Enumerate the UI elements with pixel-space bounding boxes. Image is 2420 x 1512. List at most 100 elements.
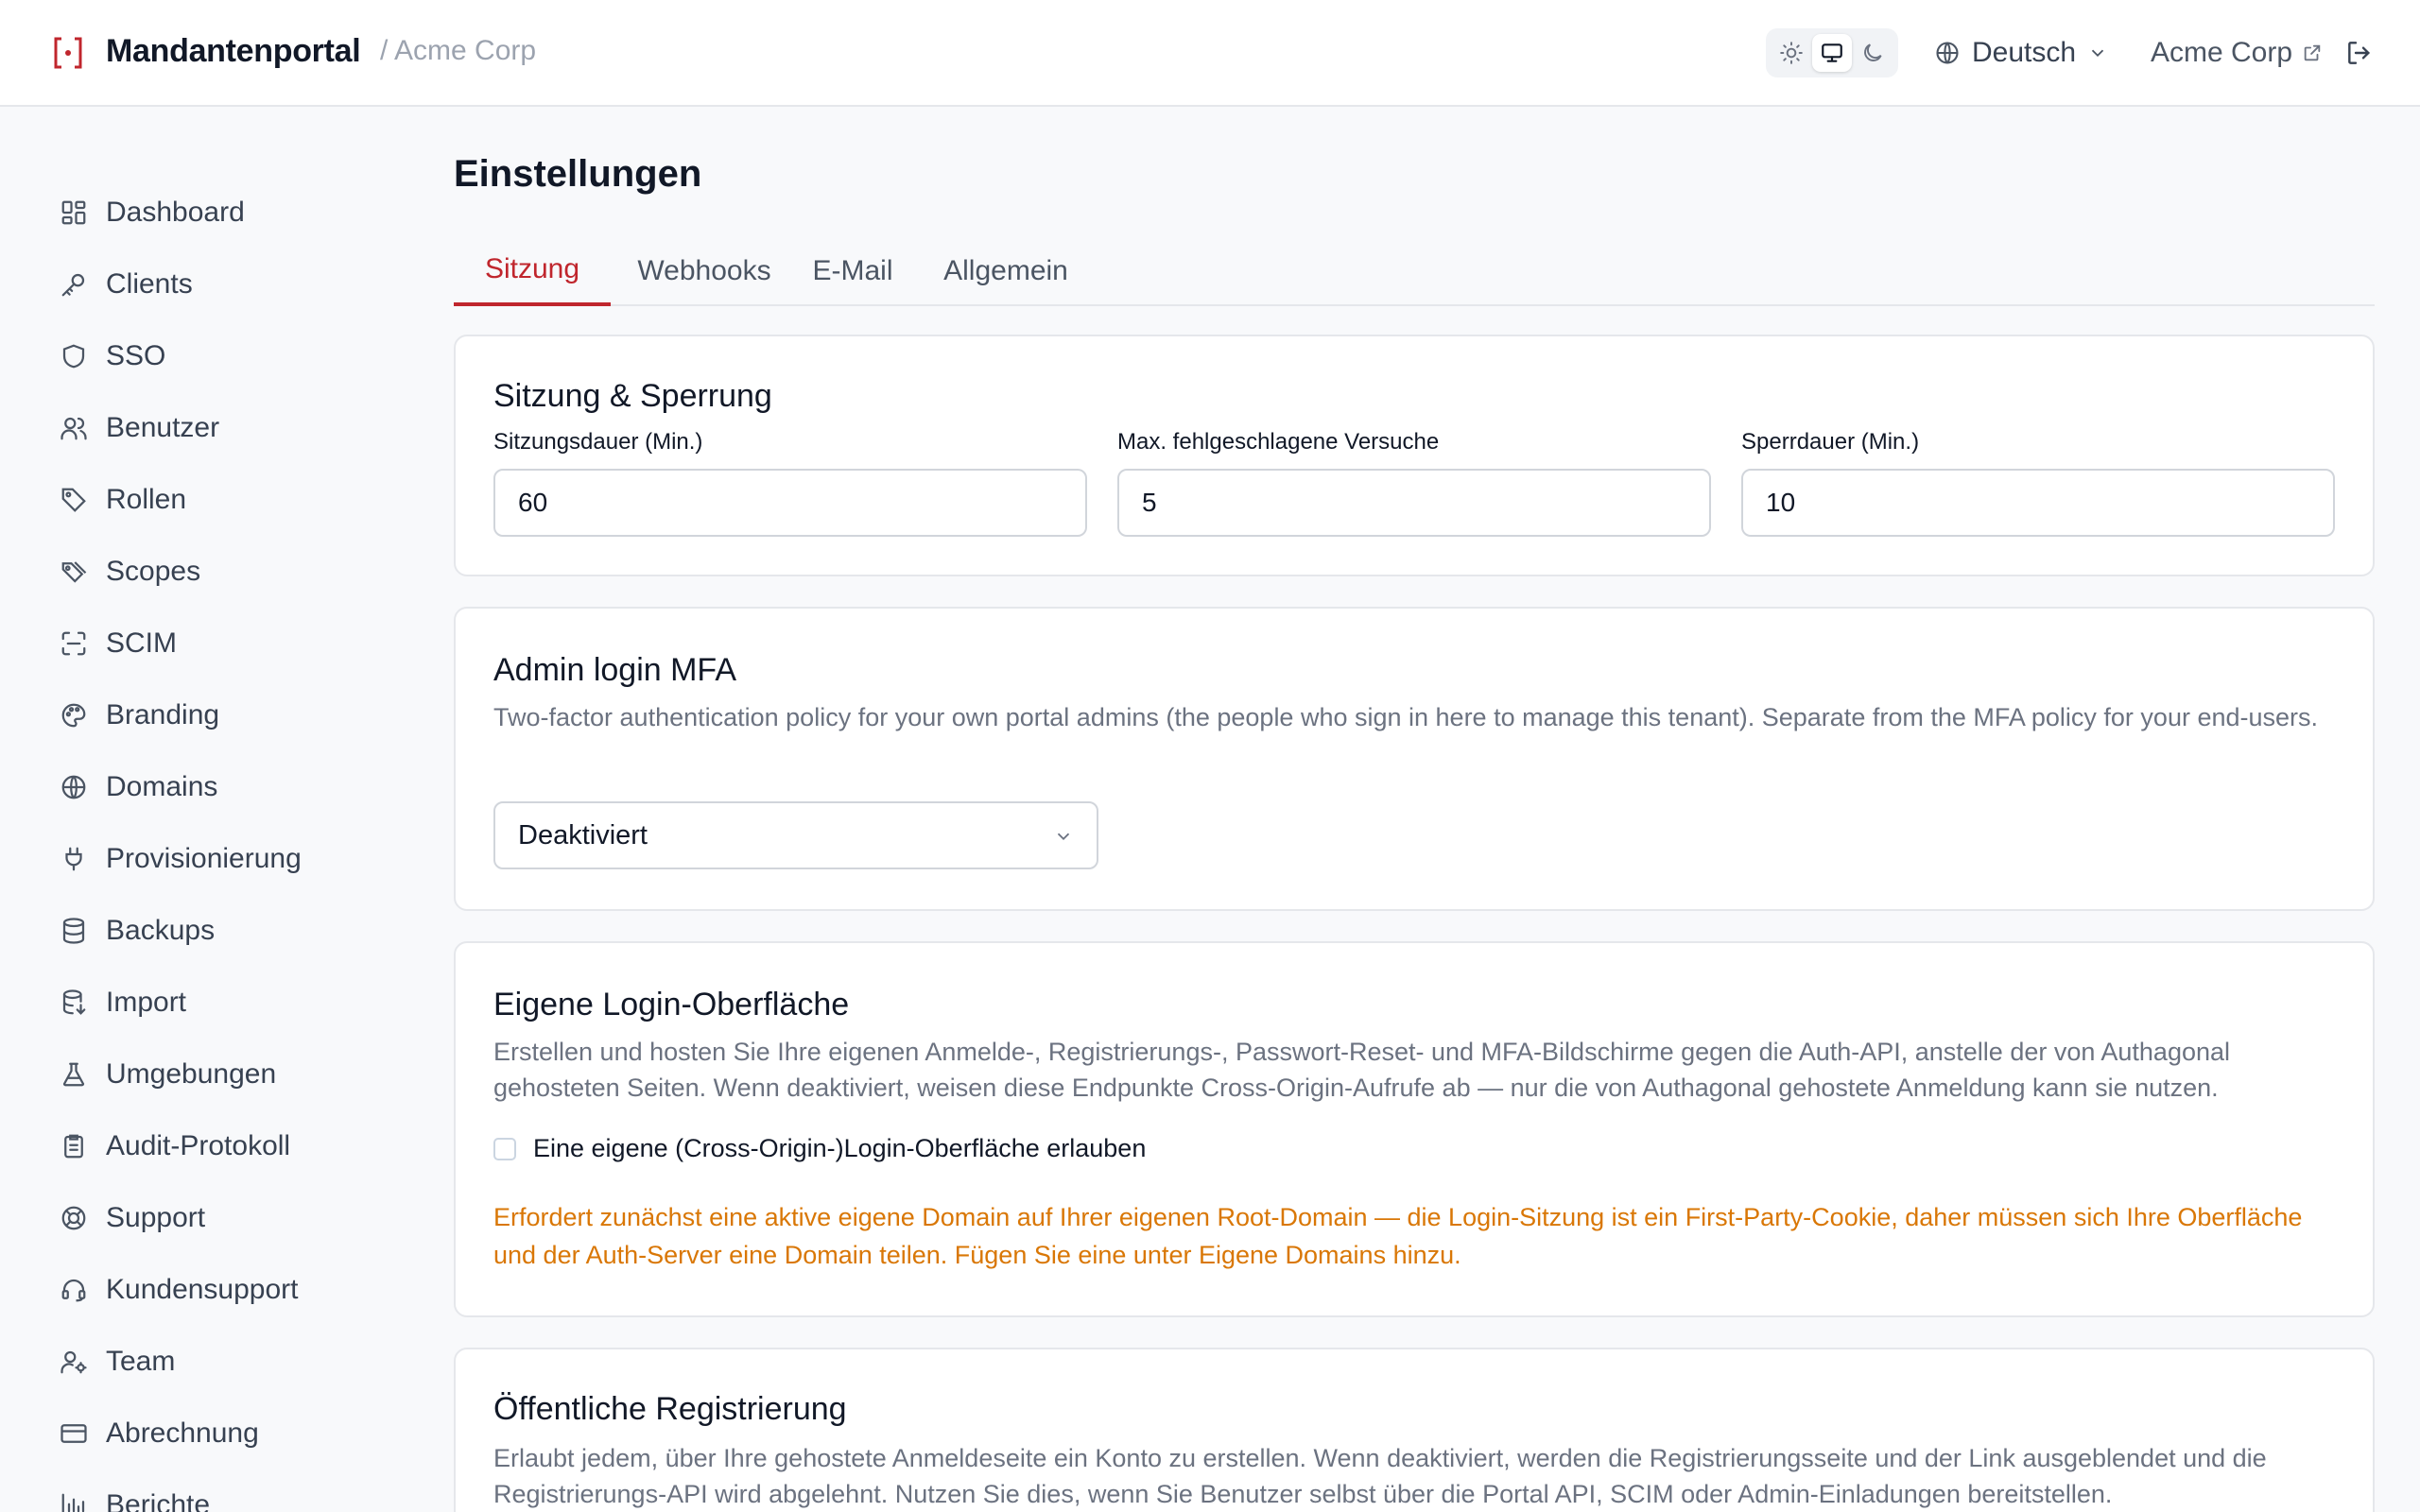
sidebar-item-label: Backups — [106, 915, 216, 946]
sidebar-item-label: Rollen — [106, 484, 187, 515]
card-title: Öffentliche Registrierung — [493, 1391, 847, 1427]
monitor-icon — [1822, 43, 1842, 62]
public-registration-card: Öffentliche Registrierung Erlaubt jedem,… — [454, 1348, 2375, 1512]
logout-icon — [2348, 42, 2371, 64]
palette-icon — [61, 703, 86, 728]
sidebar-item-branding[interactable]: Branding — [57, 689, 397, 742]
sidebar-item-label: Branding — [106, 699, 220, 730]
session-duration-input[interactable] — [493, 469, 1087, 537]
globe-icon — [1936, 42, 1959, 64]
tags-icon — [61, 561, 87, 583]
dashboard-icon — [61, 200, 86, 225]
sidebar-item-label: Import — [106, 987, 187, 1018]
sidebar: Dashboard Clients SSO Benutzer Rollen Sc… — [0, 109, 416, 1512]
bar-chart-icon — [61, 1493, 85, 1512]
user-cog-icon — [60, 1350, 87, 1374]
card-title: Admin login MFA — [493, 652, 736, 688]
sidebar-item-label: Abrechnung — [106, 1418, 259, 1449]
max-failed-attempts-label: Max. fehlgeschlagene Versuche — [1117, 429, 1440, 455]
shield-icon — [62, 344, 85, 369]
sidebar-item-clients[interactable]: Clients — [57, 258, 397, 311]
tab-e-mail[interactable]: E-Mail — [798, 236, 908, 306]
logout-button[interactable] — [2342, 36, 2377, 70]
top-bar: Mandantenportal / Acme Corp Deutsch Acme… — [0, 0, 2420, 107]
card-description: Erstellen und hosten Sie Ihre eigenen An… — [493, 1038, 2231, 1102]
theme-toggle — [1766, 28, 1898, 77]
max-failed-attempts-input[interactable] — [1117, 469, 1711, 537]
chevron-down-icon — [1057, 833, 1070, 841]
logo-icon — [54, 37, 82, 69]
tab-allgemein[interactable]: Allgemein — [930, 236, 1081, 306]
sun-icon — [1780, 42, 1804, 64]
sidebar-item-label: Kundensupport — [106, 1274, 299, 1305]
sidebar-item-provisionierung[interactable]: Provisionierung — [57, 833, 397, 885]
card-title: Eigene Login-Oberfläche — [493, 987, 850, 1022]
sidebar-item-backups[interactable]: Backups — [57, 904, 397, 957]
scan-icon — [61, 631, 86, 656]
sidebar-item-benutzer[interactable]: Benutzer — [57, 402, 397, 455]
moon-icon — [1863, 43, 1882, 61]
mfa-policy-select[interactable]: Deaktiviert — [493, 801, 1098, 869]
custom-login-checkbox-label: Eine eigene (Cross-Origin-)Login-Oberflä… — [533, 1134, 1147, 1162]
flask-icon — [62, 1062, 85, 1087]
plug-icon — [65, 847, 82, 871]
sidebar-item-rollen[interactable]: Rollen — [57, 473, 397, 526]
language-select[interactable]: Deutsch — [1934, 32, 2108, 74]
external-link-icon — [2304, 44, 2321, 61]
language-label: Deutsch — [1972, 37, 2077, 68]
key-icon — [61, 273, 85, 297]
credit-card-icon — [60, 1424, 87, 1443]
custom-login-checkbox[interactable] — [493, 1137, 516, 1160]
database-icon — [62, 918, 85, 944]
sidebar-item-dashboard[interactable]: Dashboard — [57, 186, 397, 239]
sidebar-item-scim[interactable]: SCIM — [57, 617, 397, 670]
lockout-duration-input[interactable] — [1741, 469, 2335, 537]
sidebar-item-audit-protokoll[interactable]: Audit-Protokoll — [57, 1120, 397, 1173]
sidebar-item-import[interactable]: Import — [57, 976, 397, 1029]
sidebar-item-label: Provisionierung — [106, 843, 302, 874]
session-duration-label: Sitzungsdauer (Min.) — [493, 429, 703, 455]
tab-webhooks[interactable]: Webhooks — [633, 236, 775, 306]
sidebar-item-kundensupport[interactable]: Kundensupport — [57, 1263, 397, 1316]
sidebar-item-label: Clients — [106, 268, 193, 300]
database-import-icon — [62, 989, 86, 1015]
sidebar-item-domains[interactable]: Domains — [57, 761, 397, 814]
mfa-policy-value: Deaktiviert — [518, 819, 648, 850]
sidebar-item-scopes[interactable]: Scopes — [57, 545, 397, 598]
sidebar-item-label: Audit-Protokoll — [106, 1130, 291, 1161]
custom-login-warning: Erfordert zunächst eine aktive eigene Do… — [493, 1203, 2303, 1269]
dark-theme-button[interactable] — [1853, 34, 1893, 72]
tenant-link-label: Acme Corp — [2151, 37, 2293, 68]
sidebar-item-support[interactable]: Support — [57, 1192, 397, 1245]
lifebuoy-icon — [61, 1206, 86, 1230]
chevron-down-icon — [2091, 49, 2104, 58]
headset-icon — [61, 1279, 86, 1302]
settings-tabs: Sitzung Webhooks E-Mail Allgemein — [454, 236, 2375, 306]
card-description: Two-factor authentication policy for you… — [493, 703, 2319, 731]
sidebar-item-sso[interactable]: SSO — [57, 330, 397, 383]
sidebar-item-label: Support — [106, 1202, 206, 1233]
lockout-duration-label: Sperrdauer (Min.) — [1741, 429, 1920, 455]
card-description: Erlaubt jedem, über Ihre gehostete Anmel… — [493, 1444, 2267, 1508]
custom-login-checkbox-row[interactable]: Eine eigene (Cross-Origin-)Login-Oberflä… — [493, 1134, 1146, 1163]
custom-login-card: Eigene Login-Oberfläche Erstellen und ho… — [454, 941, 2375, 1317]
tenant-external-link[interactable]: Acme Corp — [2151, 32, 2323, 74]
system-theme-button[interactable] — [1811, 34, 1852, 72]
brand-name[interactable]: Mandantenportal — [106, 33, 361, 70]
sidebar-item-berichte[interactable]: Berichte — [57, 1479, 397, 1512]
tenant-breadcrumb: / Acme Corp — [380, 35, 537, 66]
admin-mfa-card: Admin login MFA Two-factor authenticatio… — [454, 607, 2375, 911]
sidebar-item-umgebungen[interactable]: Umgebungen — [57, 1048, 397, 1101]
sidebar-item-label: SSO — [106, 340, 166, 371]
sidebar-item-label: Domains — [106, 771, 218, 802]
sidebar-item-label: Benutzer — [106, 412, 220, 443]
sidebar-item-team[interactable]: Team — [57, 1335, 397, 1388]
tab-sitzung[interactable]: Sitzung — [454, 236, 611, 306]
sidebar-item-label: Scopes — [106, 556, 201, 587]
session-lockout-card: Sitzung & Sperrung Sitzungsdauer (Min.) … — [454, 335, 2375, 576]
users-icon — [60, 417, 87, 440]
sidebar-item-abrechnung[interactable]: Abrechnung — [57, 1407, 397, 1460]
sidebar-item-label: Team — [106, 1346, 176, 1377]
light-theme-button[interactable] — [1772, 34, 1811, 72]
clipboard-icon — [64, 1134, 83, 1159]
